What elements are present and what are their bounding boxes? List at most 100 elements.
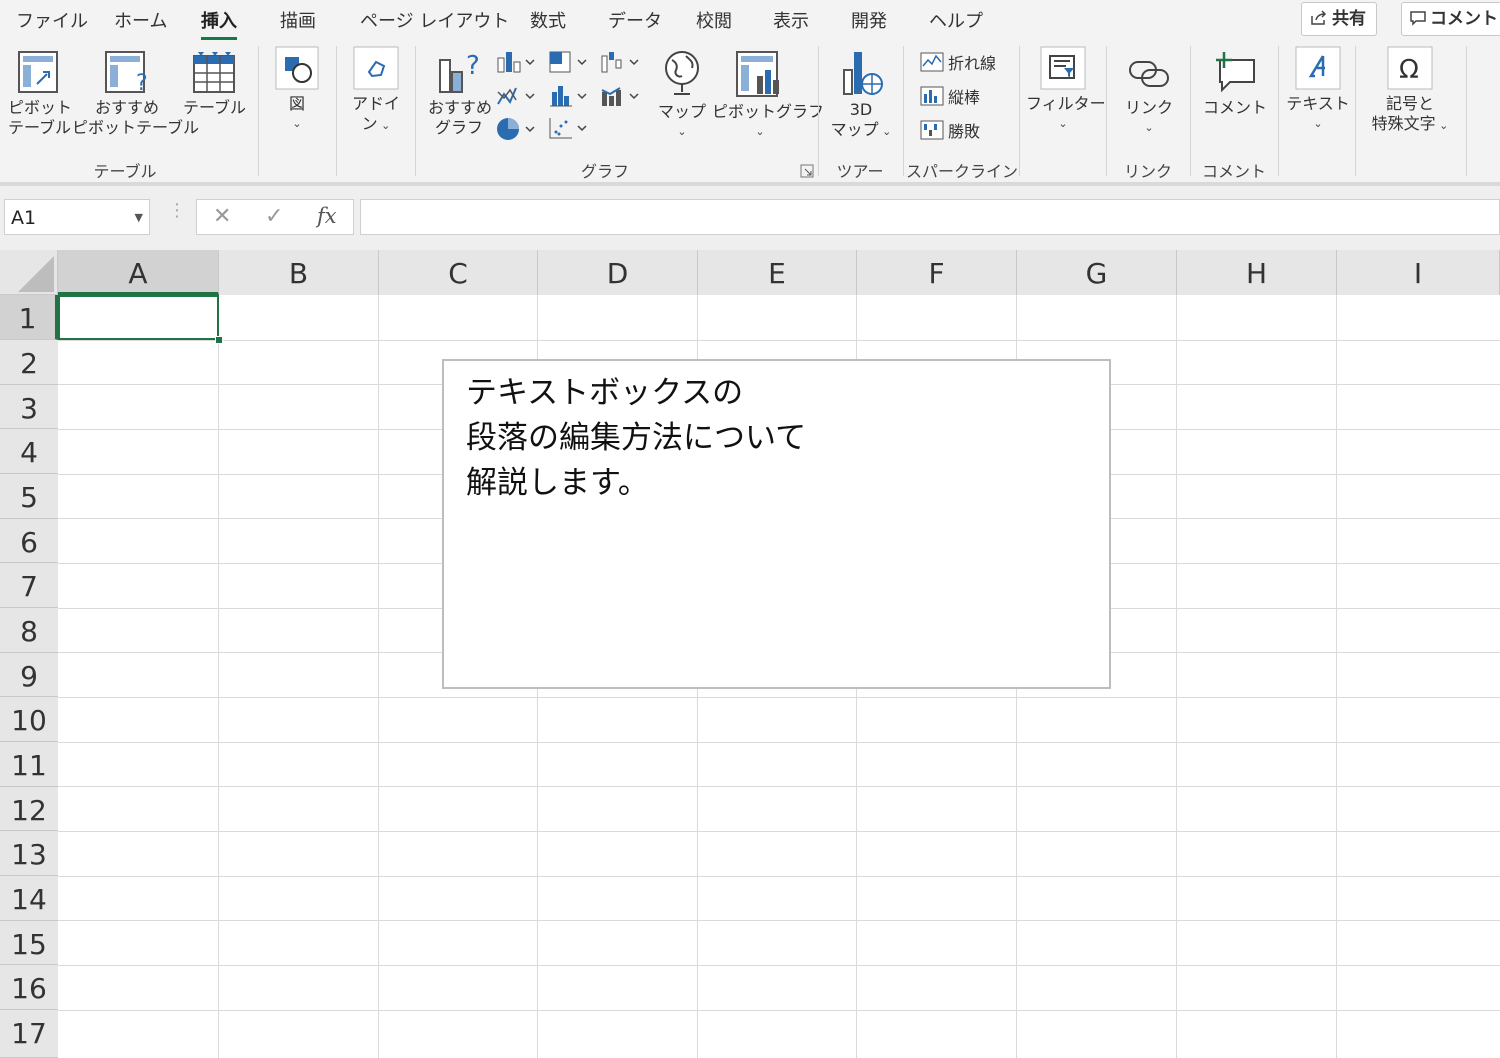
column-header-g[interactable]: G (1017, 250, 1177, 295)
worksheet-grid[interactable]: A B C D E F G H I 1 2 3 4 5 6 7 8 9 10 1… (0, 250, 1500, 1058)
tab-page-layout[interactable]: ページ レイアウト (360, 7, 509, 33)
waterfall-chart-icon[interactable] (600, 50, 644, 74)
symbols-button[interactable]: Ω 記号と 特殊文字 ⌄ (1364, 46, 1456, 136)
chevron-down-icon: ⌄ (1435, 119, 1449, 132)
text-box[interactable]: テキストボックスの 段落の編集方法について 解説します。 (442, 359, 1111, 689)
new-comment-button[interactable]: コメント (1200, 50, 1270, 118)
row-header-15[interactable]: 15 (0, 921, 58, 965)
pivot-chart-button[interactable]: ピボットグラフ ⌄ (712, 50, 825, 142)
column-chart-icon[interactable] (496, 50, 540, 74)
chevron-down-icon: ⌄ (292, 117, 302, 130)
row-header-1[interactable]: 1 (0, 295, 58, 340)
column-header-c[interactable]: C (379, 250, 538, 295)
row-header-14[interactable]: 14 (0, 876, 58, 921)
row-header-5[interactable]: 5 (0, 474, 58, 519)
tab-review[interactable]: 校閲 (696, 7, 732, 33)
dialog-launcher-icon[interactable] (800, 164, 814, 178)
row-header-3[interactable]: 3 (0, 385, 58, 429)
column-header-f[interactable]: F (857, 250, 1017, 295)
hierarchy-chart-icon[interactable] (548, 50, 592, 74)
addins-label-2: ン (361, 114, 378, 133)
formula-input[interactable] (360, 199, 1500, 235)
name-box-dropdown-icon[interactable]: ▼ (135, 200, 143, 236)
illustrations-button[interactable]: 図 ⌄ (272, 46, 322, 134)
svg-text:?: ? (136, 71, 148, 94)
chevron-down-icon: ⌄ (677, 125, 687, 138)
table-button[interactable]: テーブル (183, 50, 246, 118)
3d-map-label-2: マップ (830, 120, 879, 139)
filter-button[interactable]: フィルター ⌄ (1026, 46, 1106, 134)
row-header-16[interactable]: 16 (0, 965, 58, 1010)
group-label-comments: コメント (1201, 162, 1266, 181)
tab-insert[interactable]: 挿入 (201, 7, 237, 40)
text-box-line-3: 解説します。 (466, 465, 649, 501)
row-header-10[interactable]: 10 (0, 697, 58, 742)
pivot-table-button[interactable]: ピボット テーブル (8, 50, 72, 138)
fill-handle[interactable] (215, 336, 223, 344)
3d-map-button[interactable]: 3D マップ ⌄ (830, 50, 892, 142)
row-header-8[interactable]: 8 (0, 608, 58, 653)
enter-icon[interactable]: ✓ (265, 204, 283, 229)
formula-bar-resize-handle[interactable]: ⋮ (168, 202, 186, 220)
sparkline-line-button[interactable]: 折れ線 (920, 50, 996, 74)
separator (1466, 46, 1467, 176)
tab-data[interactable]: データ (608, 7, 662, 33)
gridline (1336, 295, 1337, 1058)
maps-label: マップ (657, 102, 706, 121)
select-all-button[interactable] (0, 250, 58, 295)
selected-cell-a1[interactable] (58, 295, 219, 340)
tab-developer[interactable]: 開発 (851, 7, 887, 33)
gridline (378, 295, 379, 1058)
tab-formulas[interactable]: 数式 (530, 7, 566, 33)
text-button[interactable]: テキスト ⌄ (1286, 46, 1350, 134)
row-header-2[interactable]: 2 (0, 340, 58, 385)
globe-icon (665, 51, 699, 95)
column-header-b[interactable]: B (219, 250, 379, 295)
comment-header-button[interactable]: コメント (1401, 2, 1500, 36)
insert-function-icon[interactable]: fx (317, 204, 337, 228)
recommended-pivot-label-1: おすすめ (94, 98, 159, 117)
row-header-6[interactable]: 6 (0, 519, 58, 563)
column-header-e[interactable]: E (698, 250, 857, 295)
row-header-12[interactable]: 12 (0, 787, 58, 831)
row-header-9[interactable]: 9 (0, 653, 58, 697)
sparkline-winloss-button[interactable]: 勝敗 (920, 118, 980, 142)
tab-view[interactable]: 表示 (773, 7, 809, 33)
row-header-4[interactable]: 4 (0, 429, 58, 474)
column-header-i[interactable]: I (1337, 250, 1500, 295)
group-label-table: テーブル (93, 162, 157, 181)
recommended-charts-icon: ? (439, 51, 480, 93)
column-header-d[interactable]: D (538, 250, 698, 295)
name-box[interactable]: A1 ▼ (4, 199, 150, 235)
cancel-icon[interactable]: ✕ (213, 204, 231, 229)
symbols-label-2: 特殊文字 (1371, 114, 1436, 133)
scatter-chart-icon[interactable] (548, 116, 592, 140)
pivot-chart-label: ピボットグラフ (712, 102, 825, 121)
row-header-11[interactable]: 11 (0, 742, 58, 787)
sparkline-column-button[interactable]: 縦棒 (920, 84, 980, 108)
column-header-h[interactable]: H (1177, 250, 1337, 295)
column-header-a[interactable]: A (58, 250, 219, 295)
combo-chart-icon[interactable] (600, 84, 644, 108)
comment-label: コメント (1202, 98, 1267, 117)
pie-chart-icon[interactable] (496, 116, 540, 142)
link-button[interactable]: リンク ⌄ (1120, 50, 1178, 138)
new-comment-icon (1216, 52, 1255, 93)
gridline (58, 876, 1500, 877)
recommended-charts-button[interactable]: ? おすすめ グラフ (428, 50, 492, 138)
line-chart-icon[interactable] (496, 84, 540, 108)
statistic-chart-icon[interactable] (548, 84, 592, 108)
row-header-13[interactable]: 13 (0, 831, 58, 876)
tab-help[interactable]: ヘルプ (929, 7, 983, 33)
tab-file[interactable]: ファイル (16, 7, 88, 33)
tab-home[interactable]: ホーム (114, 7, 167, 33)
chevron-down-icon: ⌄ (878, 125, 892, 138)
maps-button[interactable]: マップ ⌄ (656, 50, 708, 142)
recommended-pivot-button[interactable]: ? おすすめ ピボットテーブル (72, 50, 199, 138)
share-button[interactable]: 共有 (1301, 2, 1377, 36)
row-header-17[interactable]: 17 (0, 1010, 58, 1058)
addins-button[interactable]: アドイ ン ⌄ (350, 46, 402, 136)
tab-draw[interactable]: 描画 (280, 7, 316, 33)
3d-map-label-1: 3D (849, 100, 873, 119)
row-header-7[interactable]: 7 (0, 563, 58, 608)
